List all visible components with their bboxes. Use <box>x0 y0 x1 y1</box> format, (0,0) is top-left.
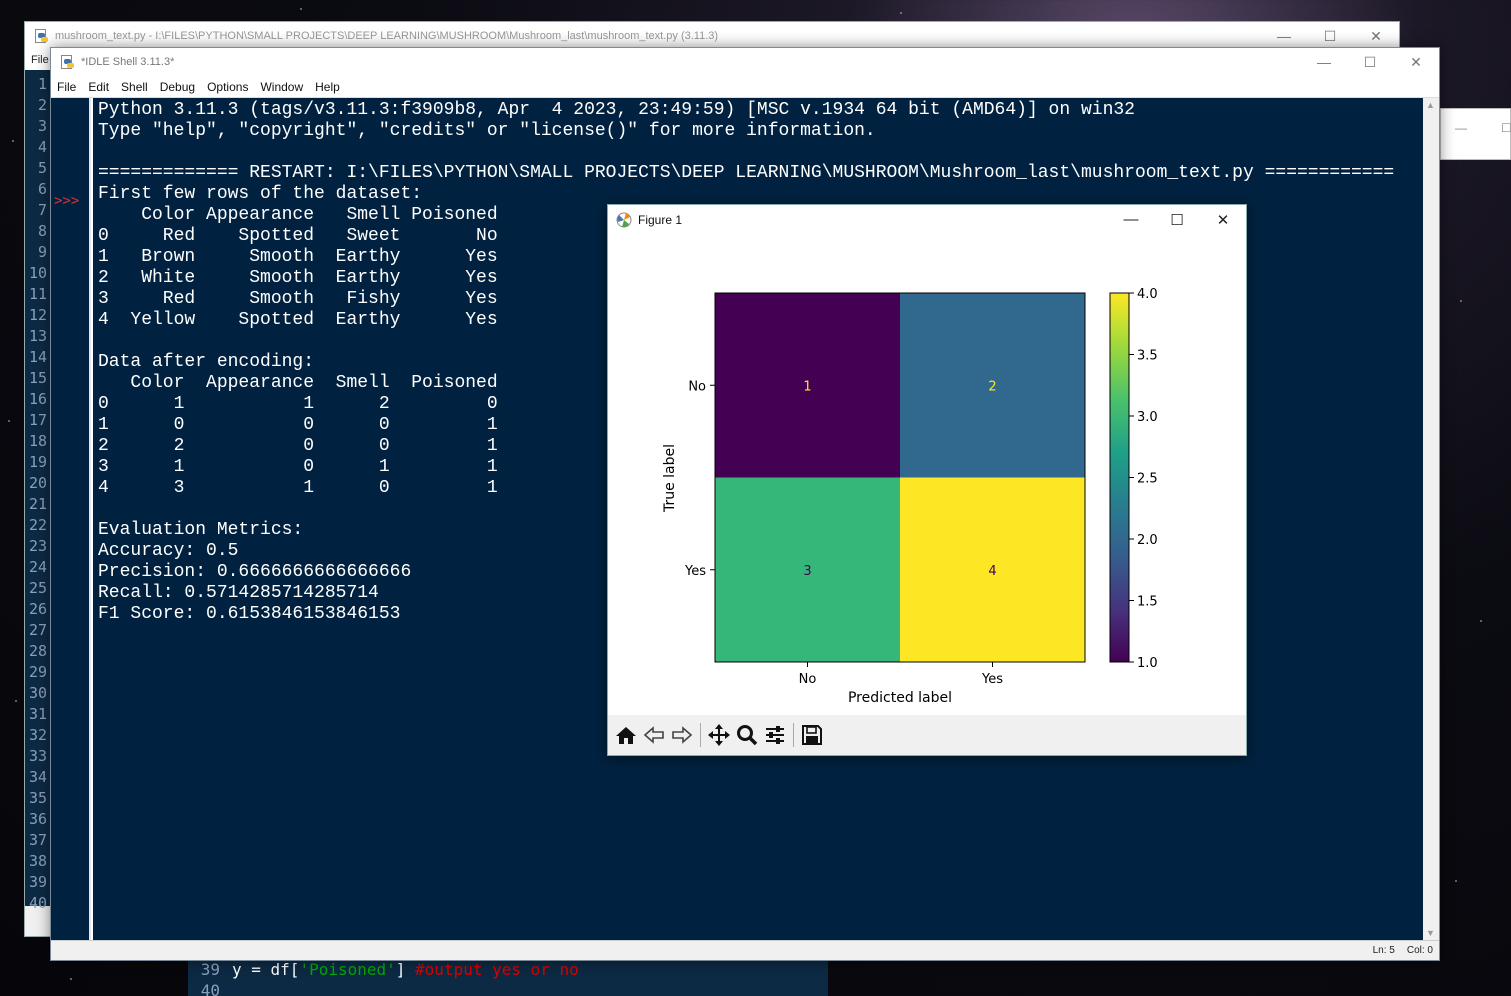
shell-output-line: Python 3.11.3 (tags/v3.11.3:f3909b8, Apr… <box>98 100 1135 120</box>
figure-titlebar[interactable]: Figure 1 — ☐ ✕ <box>608 205 1246 234</box>
scroll-down-icon[interactable]: ▼ <box>1426 928 1435 938</box>
x-tick-label: No <box>799 672 817 687</box>
colorbar-tick-label: 1.5 <box>1137 595 1158 610</box>
menu-window[interactable]: Window <box>260 80 303 94</box>
line-number: 39 <box>200 960 220 979</box>
maximize-icon[interactable]: ☐ <box>1154 205 1200 234</box>
code-comment: #output yes or no <box>415 960 579 979</box>
menu-debug[interactable]: Debug <box>160 80 195 94</box>
scroll-up-icon[interactable]: ▲ <box>1426 100 1435 110</box>
cell-value-label: 3 <box>803 564 811 579</box>
configure-subplots-icon[interactable] <box>761 720 789 750</box>
shell-prompt-gutter: >>> <box>51 98 91 940</box>
cell-value-label: 1 <box>803 379 811 394</box>
editor-title: mushroom_text.py - I:\FILES\PYTHON\SMALL… <box>55 30 719 42</box>
save-icon[interactable] <box>798 720 826 750</box>
minimize-icon[interactable]: — <box>1261 22 1307 50</box>
pan-icon[interactable] <box>705 720 733 750</box>
minimize-icon[interactable]: — <box>1301 48 1347 76</box>
cell-value-label: 4 <box>988 564 996 579</box>
code-text: y = df[ <box>232 960 300 979</box>
line-number: 40 <box>200 981 220 996</box>
colorbar-tick-label: 1.0 <box>1137 656 1158 671</box>
menu-file[interactable]: File <box>31 54 49 66</box>
colorbar-tick-label: 3.5 <box>1137 349 1158 364</box>
menu-file[interactable]: File <box>57 80 76 94</box>
zoom-icon[interactable] <box>733 720 761 750</box>
maximize-icon[interactable]: ☐ <box>1307 22 1353 50</box>
menu-edit[interactable]: Edit <box>88 80 109 94</box>
background-window[interactable]: — ☐ <box>1440 108 1511 160</box>
colorbar-tick-label: 2.0 <box>1137 533 1158 548</box>
python-file-icon <box>33 28 49 44</box>
code-line: 39 y = df['Poisoned'] #output yes or no <box>188 960 828 981</box>
home-icon[interactable] <box>612 720 640 750</box>
figure-toolbar <box>608 715 1246 755</box>
x-axis-label: Predicted label <box>848 690 952 706</box>
vertical-scrollbar[interactable]: ▲ ▼ <box>1423 98 1439 940</box>
status-bar: Ln: 5 Col: 0 <box>51 940 1439 960</box>
status-column: Col: 0 <box>1406 945 1433 956</box>
y-tick-label: Yes <box>684 564 706 579</box>
figure-canvas[interactable]: 1 2 3 4 No Yes No Yes Predicted label True lab… <box>608 234 1246 715</box>
python-shell-icon <box>59 54 75 70</box>
status-line: Ln: 5 <box>1372 945 1395 956</box>
close-icon[interactable]: ✕ <box>1393 48 1439 76</box>
cell-value-label: 2 <box>988 379 996 394</box>
code-text: ] <box>395 960 416 979</box>
confusion-matrix-chart: 1 2 3 4 No Yes No Yes Predicted label True lab… <box>662 287 1158 706</box>
y-axis-label: True label <box>662 444 678 513</box>
close-icon[interactable]: ✕ <box>1200 205 1246 234</box>
editor-code-area[interactable]: 39 y = df['Poisoned'] #output yes or no … <box>188 960 828 996</box>
colorbar <box>1109 292 1130 663</box>
code-string: 'Poisoned' <box>299 960 396 979</box>
menu-options[interactable]: Options <box>207 80 248 94</box>
x-tick-label: Yes <box>981 672 1003 687</box>
shell-output-line <box>98 142 1423 163</box>
menu-shell[interactable]: Shell <box>121 80 148 94</box>
matplotlib-figure-window[interactable]: Figure 1 — ☐ ✕ 1234 No Yes No Yes Predic… <box>607 204 1247 756</box>
shell-menubar: File Edit Shell Debug Options Window Hel… <box>51 76 1439 98</box>
colorbar-tick-label: 3.0 <box>1137 410 1158 425</box>
colorbar-tick-label: 2.5 <box>1137 472 1158 487</box>
figure-title: Figure 1 <box>638 212 683 227</box>
editor-titlebar[interactable]: mushroom_text.py - I:\FILES\PYTHON\SMALL… <box>25 22 1399 50</box>
back-icon[interactable] <box>640 720 668 750</box>
maximize-icon[interactable]: ☐ <box>1501 121 1511 135</box>
colorbar-tick-label: 4.0 <box>1137 287 1158 302</box>
forward-icon[interactable] <box>668 720 696 750</box>
editor-line-numbers: 1 2 3 4 5 6 7 8 9 10 11 12 13 14 15 16 1… <box>25 70 51 912</box>
maximize-icon[interactable]: ☐ <box>1347 48 1393 76</box>
y-tick-label: No <box>688 379 706 394</box>
minimize-icon[interactable]: — <box>1108 205 1154 234</box>
shell-title: *IDLE Shell 3.11.3* <box>81 56 175 68</box>
shell-output-line: First few rows of the dataset: <box>98 184 423 204</box>
shell-output-line: Type "help", "copyright", "credits" or "… <box>98 121 876 141</box>
matplotlib-icon <box>616 212 632 228</box>
close-icon[interactable]: ✕ <box>1353 22 1399 50</box>
menu-help[interactable]: Help <box>315 80 340 94</box>
code-line: 40 <box>188 981 828 996</box>
shell-titlebar[interactable]: *IDLE Shell 3.11.3* — ☐ ✕ <box>51 48 1439 76</box>
shell-prompt: >>> <box>54 193 80 209</box>
shell-output-line: ============= RESTART: I:\FILES\PYTHON\S… <box>98 163 1395 183</box>
minimize-icon[interactable]: — <box>1455 121 1467 135</box>
